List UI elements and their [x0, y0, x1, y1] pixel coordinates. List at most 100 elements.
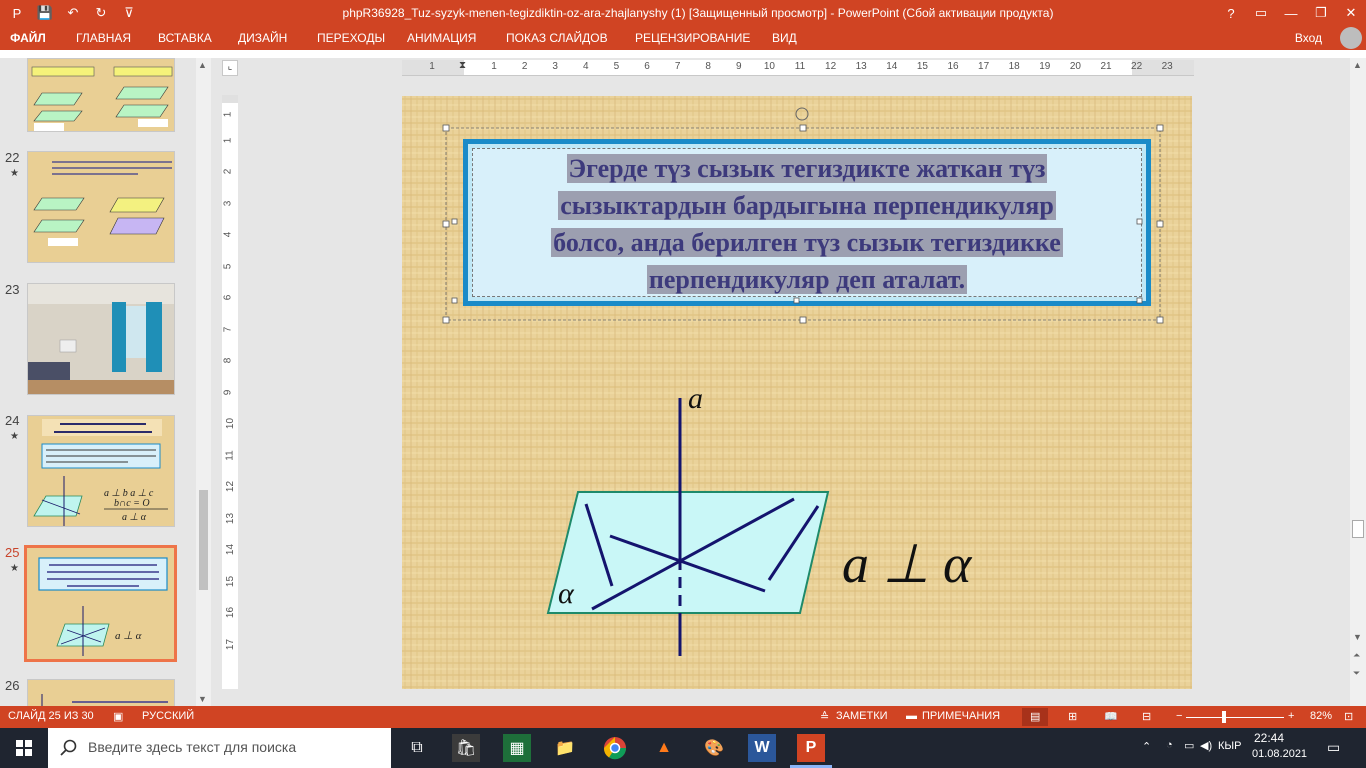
ruler-tick-label: 19 — [1039, 61, 1051, 72]
tab-transitions[interactable]: ПЕРЕХОДЫ — [317, 31, 385, 45]
slide-thumbnail-26[interactable] — [27, 679, 175, 706]
vertical-ruler: 1 1 2 3 4 5 6 7 8 9 10 11 12 13 14 15 16 17 — [222, 95, 238, 689]
spellcheck-icon[interactable]: ▣ — [113, 710, 123, 723]
tab-design[interactable]: ДИЗАЙН — [238, 31, 287, 45]
tab-selector[interactable]: ⌞ — [222, 60, 238, 76]
slide-21-preview — [28, 59, 174, 131]
ruler-tick-label: 14 — [225, 543, 237, 556]
scroll-up-icon[interactable]: ▲ — [1353, 60, 1362, 70]
save-icon[interactable]: 💾 — [34, 3, 56, 23]
quick-access-toolbar: P 💾 ↶ ↻ ⊽ — [6, 3, 140, 23]
volume-icon[interactable]: ◀) — [1200, 739, 1212, 752]
store-icon[interactable]: 🛍 — [452, 734, 480, 762]
scroll-down-icon[interactable]: ▼ — [1353, 632, 1362, 642]
close-button[interactable]: ✕ — [1336, 0, 1366, 26]
ruler-tick-label: 5 — [222, 263, 234, 269]
ribbon-tabs: ФАЙЛ ГЛАВНАЯ ВСТАВКА ДИЗАЙН ПЕРЕХОДЫ АНИ… — [0, 26, 1366, 50]
slide-thumbnail-22[interactable] — [27, 151, 175, 263]
slide-thumbnail-24[interactable]: a ⊥ b a ⊥ c b∩c = O a ⊥ α — [27, 415, 175, 527]
tab-home[interactable]: ГЛАВНАЯ — [76, 31, 131, 45]
indent-marker-icon[interactable]: ⧗ — [459, 60, 466, 71]
windows-start-button[interactable] — [0, 728, 48, 768]
notes-button[interactable]: ЗАМЕТКИ — [836, 710, 888, 722]
ruler-tick-label: 1 — [222, 111, 234, 118]
network-icon[interactable]: ◔ — [1166, 739, 1173, 751]
taskbar-search-box[interactable]: Введите здесь текст для поиска — [48, 728, 391, 768]
sign-in-link[interactable]: Вход — [1295, 31, 1322, 45]
tray-expand-icon[interactable]: ⌃ — [1142, 740, 1151, 753]
ruler-tick-label: 8 — [222, 357, 234, 364]
slide-scrollbar[interactable]: ▲ ▼ ⏶ ⏷ — [1350, 58, 1366, 706]
zoom-slider-track[interactable] — [1186, 717, 1284, 718]
search-icon — [60, 739, 77, 756]
slide-24-preview: a ⊥ b a ⊥ c b∩c = O a ⊥ α — [28, 416, 174, 526]
slideshow-view-icon[interactable]: ⊟ — [1142, 710, 1151, 723]
avatar[interactable] — [1340, 27, 1362, 49]
thumbnail-scroll-thumb[interactable] — [199, 490, 208, 590]
previous-slide-icon[interactable]: ⏶ — [1353, 650, 1360, 661]
thumbnail-scrollbar[interactable]: ▲ ▼ — [196, 58, 211, 706]
window-title: phpR36928_Tuz-syzyk-menen-tegizdiktin-oz… — [342, 6, 1054, 20]
notifications-icon[interactable]: ▭ — [1327, 739, 1340, 756]
ruler-tick-label: 7 — [674, 61, 681, 72]
ruler-tick-label: 10 — [763, 61, 775, 72]
ruler-tick-label: 17 — [225, 638, 237, 650]
word-icon[interactable]: W — [748, 734, 776, 762]
slide-thumbnail-23[interactable] — [27, 283, 175, 395]
tab-insert[interactable]: ВСТАВКА — [158, 31, 212, 45]
comments-button[interactable]: ПРИМЕЧАНИЯ — [922, 710, 1000, 722]
ruler-tick-label: 6 — [644, 61, 650, 72]
ruler-tick-label: 2 — [222, 168, 234, 175]
notes-icon[interactable]: ≙ — [820, 710, 829, 723]
paint-icon[interactable]: 🎨 — [700, 734, 728, 762]
slide-canvas[interactable]: Эгерде түз сызык тегиздикте жаткан түз с… — [402, 96, 1192, 689]
calculator-icon[interactable]: ▦ — [503, 734, 531, 762]
undo-icon[interactable]: ↶ — [62, 3, 84, 23]
chrome-icon[interactable] — [601, 734, 629, 762]
avast-icon[interactable]: ▲ — [650, 734, 678, 762]
ruler-tick-label: 9 — [222, 389, 234, 395]
zoom-in-icon[interactable]: + — [1288, 710, 1294, 722]
zoom-level[interactable]: 82% — [1310, 710, 1332, 722]
restore-button[interactable]: ❐ — [1306, 0, 1336, 26]
zoom-slider-thumb[interactable] — [1222, 711, 1226, 723]
tab-file[interactable]: ФАЙЛ — [0, 26, 56, 50]
task-view-icon[interactable]: ⧉ — [403, 734, 431, 762]
slide-scroll-thumb[interactable] — [1352, 520, 1364, 538]
tab-slideshow[interactable]: ПОКАЗ СЛАЙДОВ — [506, 31, 608, 45]
ruler-tick-label: 4 — [583, 61, 589, 72]
zoom-out-icon[interactable]: − — [1176, 710, 1182, 722]
tab-review[interactable]: РЕЦЕНЗИРОВАНИЕ — [635, 31, 750, 45]
ruler-tick-label: 14 — [886, 61, 898, 72]
ruler-tick-label: 16 — [225, 606, 237, 619]
redo-icon[interactable]: ↻ — [90, 3, 112, 23]
clock-time[interactable]: 22:44 — [1254, 731, 1284, 745]
scroll-down-icon[interactable]: ▼ — [198, 694, 207, 704]
animation-star-icon: ★ — [10, 563, 19, 574]
input-language[interactable]: КЫР — [1218, 740, 1241, 752]
powerpoint-icon[interactable]: P — [797, 734, 825, 762]
clock-date[interactable]: 01.08.2021 — [1252, 748, 1307, 760]
ribbon-options-icon[interactable]: ▭ — [1246, 0, 1276, 26]
slide-26-preview — [28, 680, 174, 706]
app-icon[interactable]: P — [6, 3, 28, 23]
scroll-up-icon[interactable]: ▲ — [198, 60, 207, 70]
animation-star-icon: ★ — [10, 168, 19, 179]
tab-animations[interactable]: АНИМАЦИЯ — [407, 31, 476, 45]
slide-sorter-icon[interactable]: ⊞ — [1068, 710, 1077, 723]
tab-view[interactable]: ВИД — [772, 31, 797, 45]
slide-thumbnail-25[interactable]: a ⊥ α — [24, 545, 177, 662]
ruler-tick-label: 11 — [224, 449, 236, 461]
normal-view-glyph: ▤ — [1030, 711, 1041, 723]
reading-view-icon[interactable]: 📖 — [1104, 710, 1118, 723]
fit-slide-icon[interactable]: ⊡ — [1344, 710, 1353, 723]
minimize-button[interactable]: — — [1276, 0, 1306, 26]
slide-thumbnail-21[interactable] — [27, 58, 175, 132]
comments-icon[interactable]: ▬ — [906, 710, 917, 722]
language-indicator[interactable]: РУССКИЙ — [142, 710, 194, 722]
network-status-icon[interactable]: ▭ — [1184, 739, 1194, 752]
next-slide-icon[interactable]: ⏷ — [1353, 668, 1360, 679]
file-explorer-icon[interactable]: 📁 — [551, 734, 579, 762]
customize-icon[interactable]: ⊽ — [118, 3, 140, 23]
help-button[interactable]: ? — [1216, 0, 1246, 26]
